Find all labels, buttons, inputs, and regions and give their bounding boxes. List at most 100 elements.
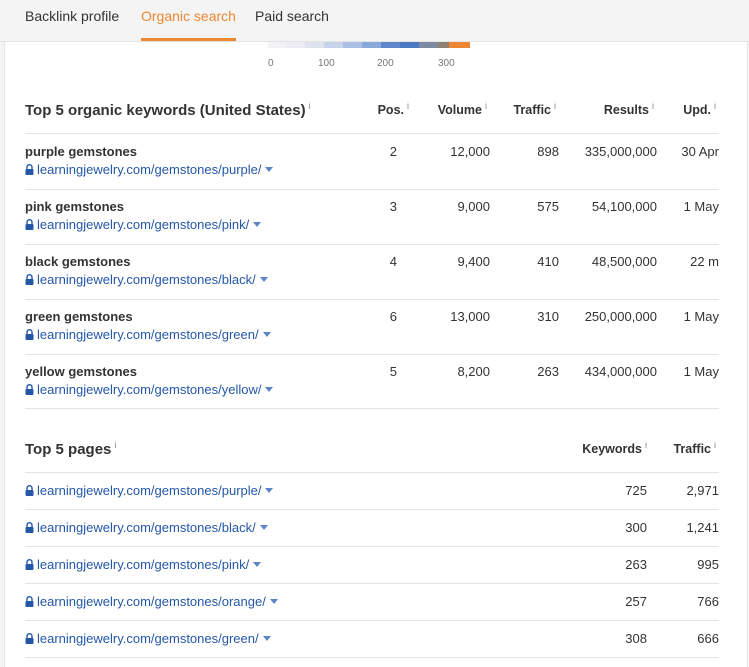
page-url-link[interactable]: learningjewelry.com/gemstones/black/ — [25, 520, 268, 535]
updated-value: 1 May — [683, 309, 719, 324]
ramp-segment — [419, 42, 438, 48]
top-keywords-title-text: Top 5 organic keywords (United States) — [25, 102, 306, 119]
col-volume[interactable]: Volume i — [420, 101, 487, 117]
traffic-value: 995 — [697, 557, 719, 572]
lock-icon — [25, 559, 34, 570]
col-pos[interactable]: Pos. i — [355, 101, 409, 117]
col-updated[interactable]: Upd. i — [665, 101, 716, 117]
ramp-label-300: 300 — [438, 58, 455, 69]
info-icon[interactable]: i — [645, 440, 647, 450]
traffic-value: 575 — [537, 199, 559, 214]
url-text[interactable]: learningjewelry.com/gemstones/black/ — [37, 520, 256, 535]
info-icon[interactable]: i — [652, 101, 654, 111]
page-url-link[interactable]: learningjewelry.com/gemstones/pink/ — [25, 557, 262, 572]
col-traffic[interactable]: Traffic i — [495, 101, 556, 117]
traffic-value: 310 — [537, 309, 559, 324]
keywords-count: 308 — [625, 631, 647, 646]
divider — [25, 657, 719, 658]
divider — [25, 189, 719, 190]
ramp-segment — [438, 42, 449, 48]
url-text[interactable]: learningjewelry.com/gemstones/yellow/ — [37, 382, 261, 397]
dropdown-caret-icon[interactable] — [265, 167, 274, 172]
info-icon[interactable]: i — [309, 101, 311, 111]
updated-value: 22 m — [690, 254, 719, 269]
results-value: 250,000,000 — [584, 309, 657, 324]
keyword-url-link[interactable]: learningjewelry.com/gemstones/purple/ — [25, 162, 274, 177]
results-value: 434,000,000 — [584, 364, 657, 379]
ramp-segment — [286, 42, 305, 48]
top-pages-title: Top 5 pages i — [25, 440, 116, 458]
divider — [25, 408, 719, 409]
top-pages-title-text: Top 5 pages — [25, 441, 112, 458]
keyword-text: purple gemstones — [25, 144, 137, 159]
volume-value: 9,000 — [457, 199, 490, 214]
dropdown-caret-icon[interactable] — [259, 277, 268, 282]
ramp-segment — [305, 42, 324, 48]
position-value: 3 — [389, 199, 397, 214]
volume-value: 9,400 — [457, 254, 490, 269]
top-keywords-title: Top 5 organic keywords (United States) i — [25, 101, 311, 119]
url-text[interactable]: learningjewelry.com/gemstones/black/ — [37, 272, 256, 287]
url-text[interactable]: learningjewelry.com/gemstones/orange/ — [37, 594, 266, 609]
divider — [25, 620, 719, 621]
keyword-url-link[interactable]: learningjewelry.com/gemstones/black/ — [25, 272, 268, 287]
col-keywords[interactable]: Keywords i — [555, 440, 647, 456]
ramp-segment — [400, 42, 419, 48]
keywords-count: 300 — [625, 520, 647, 535]
updated-value: 30 Apr — [681, 144, 719, 159]
page-url-link[interactable]: learningjewelry.com/gemstones/green/ — [25, 631, 271, 646]
col-pages-traffic[interactable]: Traffic i — [655, 440, 716, 456]
ramp-segment — [449, 42, 470, 48]
keyword-text: green gemstones — [25, 309, 133, 324]
url-text[interactable]: learningjewelry.com/gemstones/purple/ — [37, 162, 261, 177]
traffic-value: 1,241 — [686, 520, 719, 535]
ramp-label-0: 0 — [268, 58, 274, 69]
keyword-url-link[interactable]: learningjewelry.com/gemstones/yellow/ — [25, 382, 274, 397]
dropdown-caret-icon[interactable] — [262, 636, 271, 641]
url-text[interactable]: learningjewelry.com/gemstones/purple/ — [37, 483, 261, 498]
dropdown-caret-icon[interactable] — [265, 488, 274, 493]
keyword-url-link[interactable]: learningjewelry.com/gemstones/pink/ — [25, 217, 262, 232]
keyword-text: pink gemstones — [25, 199, 124, 214]
dropdown-caret-icon[interactable] — [269, 599, 278, 604]
info-icon[interactable]: i — [714, 101, 716, 111]
col-results[interactable]: Results i — [575, 101, 654, 117]
url-text[interactable]: learningjewelry.com/gemstones/green/ — [37, 631, 259, 646]
lock-icon — [25, 329, 34, 340]
dropdown-caret-icon[interactable] — [259, 525, 268, 530]
dropdown-caret-icon[interactable] — [253, 222, 262, 227]
info-icon[interactable]: i — [114, 440, 116, 450]
keywords-count: 263 — [625, 557, 647, 572]
info-icon[interactable]: i — [407, 101, 409, 111]
updated-value: 1 May — [683, 199, 719, 214]
ramp-segment — [324, 42, 343, 48]
results-value: 48,500,000 — [591, 254, 657, 269]
lock-icon — [25, 164, 34, 175]
ramp-segment — [362, 42, 381, 48]
divider — [25, 299, 719, 300]
page-url-link[interactable]: learningjewelry.com/gemstones/purple/ — [25, 483, 274, 498]
divider — [25, 546, 719, 547]
dropdown-caret-icon[interactable] — [253, 562, 262, 567]
page-url-link[interactable]: learningjewelry.com/gemstones/orange/ — [25, 594, 278, 609]
traffic-value: 263 — [537, 364, 559, 379]
info-icon[interactable]: i — [554, 101, 556, 111]
tab-paid-search[interactable]: Paid search — [255, 8, 329, 41]
url-text[interactable]: learningjewelry.com/gemstones/green/ — [37, 327, 259, 342]
distribution-color-ramp — [268, 42, 470, 48]
url-text[interactable]: learningjewelry.com/gemstones/pink/ — [37, 217, 249, 232]
dropdown-caret-icon[interactable] — [262, 332, 271, 337]
tab-organic-search[interactable]: Organic search — [141, 8, 236, 41]
keyword-url-link[interactable]: learningjewelry.com/gemstones/green/ — [25, 327, 271, 342]
position-value: 4 — [389, 254, 397, 269]
traffic-value: 666 — [697, 631, 719, 646]
divider — [25, 509, 719, 510]
lock-icon — [25, 384, 34, 395]
keywords-count: 257 — [625, 594, 647, 609]
dropdown-caret-icon[interactable] — [265, 387, 274, 392]
tab-backlink-profile[interactable]: Backlink profile — [25, 8, 119, 41]
url-text[interactable]: learningjewelry.com/gemstones/pink/ — [37, 557, 249, 572]
info-icon[interactable]: i — [714, 440, 716, 450]
info-icon[interactable]: i — [485, 101, 487, 111]
lock-icon — [25, 219, 34, 230]
